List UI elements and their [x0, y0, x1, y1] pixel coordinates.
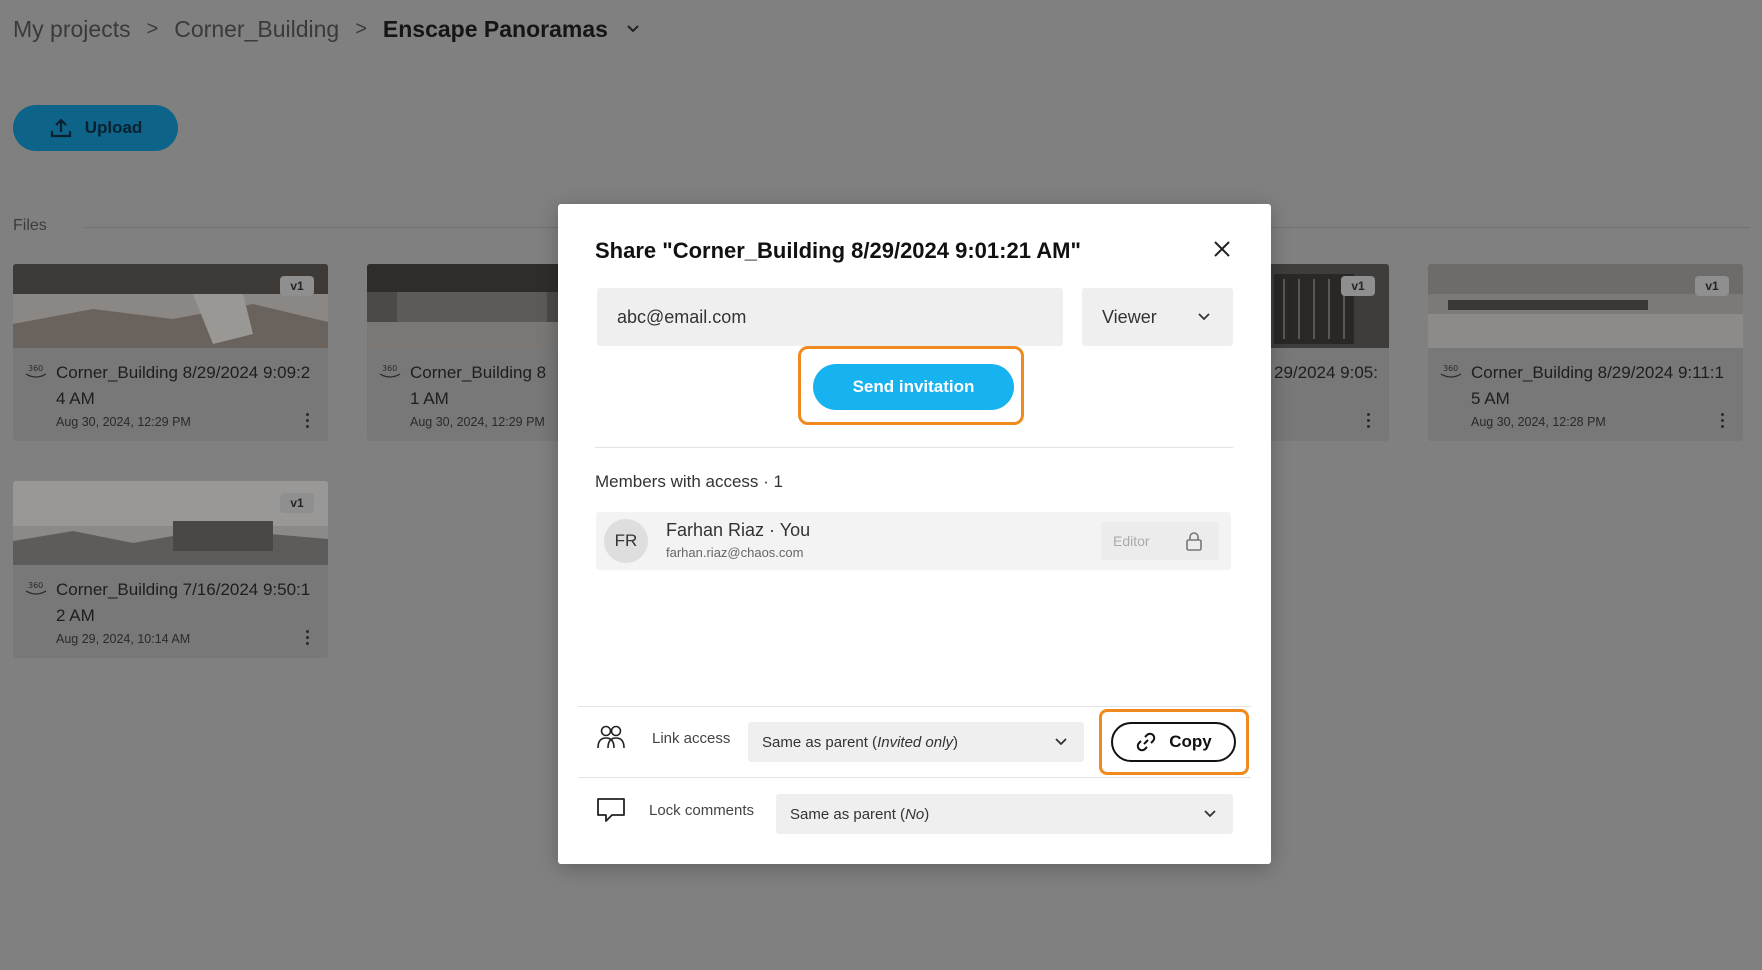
more-vertical-icon[interactable] [302, 410, 312, 430]
file-card[interactable]: v1 360 Corner_Building 8/29/2024 9:09:24… [13, 264, 328, 441]
link-access-value: Same as parent (Invited only) [762, 733, 958, 751]
chevron-down-icon [1055, 738, 1067, 746]
members-title: Members with access · 1 [595, 472, 783, 491]
file-date: Aug 29, 2024, 10:14 AM [56, 632, 191, 646]
svg-text:360: 360 [1443, 364, 1458, 373]
file-name[interactable]: Corner_Building 8/29/2024 9:11:15 AM [1471, 360, 1733, 412]
breadcrumb-separator: > [355, 17, 367, 40]
lock-comments-select[interactable]: Same as parent (No) [776, 794, 1233, 834]
divider [578, 777, 1251, 778]
breadcrumb-separator: > [146, 17, 159, 40]
email-input[interactable] [597, 288, 1063, 346]
chevron-down-icon [1204, 810, 1216, 818]
file-date: Aug 30, 2024, 12:28 PM [1471, 415, 1606, 429]
share-dialog: Share "Corner_Building 8/29/2024 9:01:21… [558, 204, 1271, 864]
member-row: FR Farhan Riaz · You farhan.riaz@chaos.c… [596, 512, 1231, 570]
version-badge: v1 [280, 276, 314, 296]
lock-comments-value: Same as parent (No) [790, 805, 930, 823]
lock-icon [1186, 532, 1202, 551]
divider [595, 447, 1233, 448]
version-badge: v1 [1695, 276, 1729, 296]
lock-comments-label: Lock comments [649, 802, 755, 819]
version-badge: v1 [280, 493, 314, 513]
file-name[interactable]: Corner_Building 8/29/2024 9:09:24 AM [56, 360, 318, 412]
role-select[interactable]: Viewer [1082, 288, 1233, 346]
files-section-label: Files [13, 217, 47, 234]
copy-label: Copy [1169, 732, 1212, 751]
upload-icon [50, 118, 71, 138]
panorama-360-icon: 360 [378, 362, 404, 382]
link-icon [1137, 732, 1156, 752]
copy-link-button[interactable]: Copy [1111, 722, 1236, 762]
divider [578, 706, 1251, 707]
svg-text:360: 360 [28, 364, 43, 373]
file-date: Aug 30, 2024, 12:29 PM [56, 415, 191, 429]
svg-text:360: 360 [382, 364, 397, 373]
more-vertical-icon[interactable] [1717, 410, 1727, 430]
upload-label: Upload [84, 118, 143, 137]
member-name: Farhan Riaz · You [666, 520, 811, 540]
panorama-360-icon: 360 [24, 579, 50, 599]
breadcrumb: My projects > Corner_Building > Enscape … [13, 14, 640, 44]
file-date: Aug 30, 2024, 12:29 PM [410, 415, 545, 429]
chevron-down-icon[interactable] [626, 22, 640, 36]
more-vertical-icon[interactable] [302, 627, 312, 647]
svg-text:360: 360 [28, 581, 43, 590]
people-icon [597, 725, 625, 749]
dialog-title: Share "Corner_Building 8/29/2024 9:01:21… [595, 238, 1081, 263]
more-vertical-icon[interactable] [1363, 410, 1373, 430]
file-card[interactable]: v1 360 Corner_Building 7/16/2024 9:50:12… [13, 481, 328, 658]
breadcrumb-my-projects[interactable]: My projects [13, 16, 131, 43]
send-invitation-button[interactable]: Send invitation [813, 364, 1014, 410]
panorama-360-icon: 360 [1439, 362, 1465, 382]
upload-button[interactable]: Upload [13, 105, 178, 151]
avatar: FR [604, 519, 648, 563]
breadcrumb-current: Enscape Panoramas [382, 15, 608, 42]
link-access-select[interactable]: Same as parent (Invited only) [748, 722, 1084, 762]
member-role-value: Editor [1113, 533, 1150, 549]
version-badge: v1 [1341, 276, 1375, 296]
role-select-value: Viewer [1102, 306, 1157, 327]
link-access-label: Link access [652, 730, 731, 747]
close-icon[interactable] [1211, 238, 1233, 260]
member-email: farhan.riaz@chaos.com [666, 545, 804, 560]
chevron-down-icon [1198, 313, 1210, 321]
file-card[interactable]: v1 360 Corner_Building 8/29/2024 9:11:15… [1428, 264, 1743, 441]
panorama-360-icon: 360 [24, 362, 50, 382]
comment-icon [597, 798, 625, 822]
member-role-select: Editor [1101, 522, 1219, 560]
file-name[interactable]: Corner_Building 7/16/2024 9:50:12 AM [56, 577, 318, 629]
breadcrumb-corner-building[interactable]: Corner_Building [174, 16, 339, 43]
